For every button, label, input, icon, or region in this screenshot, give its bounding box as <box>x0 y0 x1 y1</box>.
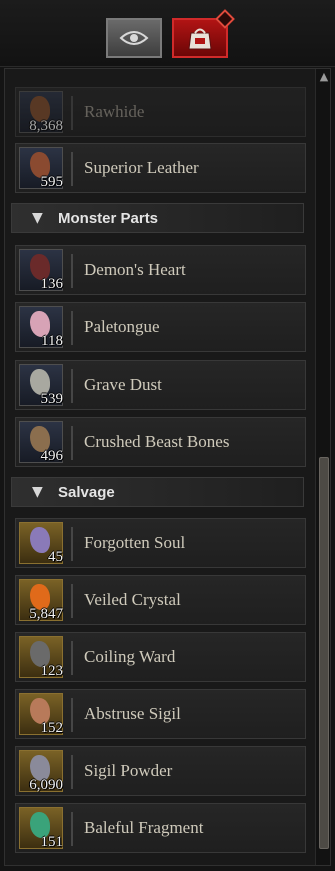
scrollbar-thumb[interactable] <box>319 457 329 849</box>
item-quantity: 45 <box>48 549 63 565</box>
item-quantity: 136 <box>40 276 64 292</box>
item-name: Forgotten Soul <box>84 533 186 552</box>
list-item[interactable]: 595 Superior Leather <box>15 143 306 193</box>
item-name: Veiled Crystal <box>84 590 181 609</box>
list-item[interactable]: 6,090 Sigil Powder <box>15 746 306 796</box>
item-slot: 539 <box>19 364 64 407</box>
item-name: Sigil Powder <box>84 761 173 780</box>
item-slot: 595 <box>19 147 64 190</box>
item-quantity: 6,090 <box>29 777 63 793</box>
top-tab-bar <box>0 0 335 67</box>
item-name: Crushed Beast Bones <box>84 432 230 451</box>
item-quantity: 595 <box>40 174 64 190</box>
item-slot: 8,368 <box>19 91 63 134</box>
item-quantity: 152 <box>40 720 64 736</box>
list-item[interactable]: 118 Paletongue <box>15 302 306 352</box>
item-quantity: 151 <box>40 834 64 850</box>
list-item[interactable]: 151 Baleful Fragment <box>15 803 306 853</box>
materials-bag-icon <box>188 28 212 50</box>
item-slot: 123 <box>19 636 64 679</box>
item-quantity: 496 <box>40 448 64 464</box>
tab-eye[interactable] <box>106 18 162 58</box>
item-slot: 136 <box>19 249 64 292</box>
list-item[interactable]: 123 Coiling Ward <box>15 632 306 682</box>
item-slot: 151 <box>19 807 64 850</box>
list-item[interactable]: 136 Demon's Heart <box>15 245 306 295</box>
category-header-salvage[interactable]: ▼ Salvage <box>11 477 304 507</box>
scroll-up-icon[interactable]: ▲ <box>318 71 330 83</box>
item-quantity: 118 <box>41 333 63 349</box>
list-item[interactable]: 539 Grave Dust <box>15 360 306 410</box>
item-name: Paletongue <box>84 317 160 336</box>
scrollbar[interactable]: ▲ <box>315 69 330 865</box>
materials-list-panel: 8,368 Rawhide 595 Superior Leather ▼ Mon… <box>4 68 331 866</box>
item-name: Superior Leather <box>84 158 199 177</box>
item-name: Grave Dust <box>84 375 162 394</box>
list-item[interactable]: 8,368 Rawhide <box>15 87 306 137</box>
chevron-down-icon: ▼ <box>32 484 43 500</box>
item-quantity: 5,847 <box>29 606 63 622</box>
item-slot: 496 <box>19 421 64 464</box>
item-slot: 118 <box>19 306 63 349</box>
item-name: Baleful Fragment <box>84 818 204 837</box>
item-quantity: 8,368 <box>29 118 63 134</box>
item-quantity: 123 <box>40 663 64 679</box>
notification-diamond-icon <box>215 9 235 29</box>
category-label: Salvage <box>58 484 115 501</box>
item-quantity: 539 <box>40 391 64 407</box>
tab-materials[interactable] <box>172 9 235 58</box>
item-name: Abstruse Sigil <box>84 704 181 723</box>
item-slot: 45 <box>19 522 63 565</box>
eye-icon <box>119 31 149 45</box>
item-slot: 6,090 <box>19 750 63 793</box>
forgotten-soul-icon <box>30 527 50 553</box>
item-name: Rawhide <box>84 102 145 121</box>
category-label: Monster Parts <box>58 210 159 227</box>
category-header-monster-parts[interactable]: ▼ Monster Parts <box>11 203 304 233</box>
item-name: Coiling Ward <box>84 647 176 666</box>
list-item[interactable]: 152 Abstruse Sigil <box>15 689 306 739</box>
item-slot: 5,847 <box>19 579 63 622</box>
list-item[interactable]: 496 Crushed Beast Bones <box>15 417 306 467</box>
item-name: Demon's Heart <box>84 260 186 279</box>
item-slot: 152 <box>19 693 64 736</box>
list-item[interactable]: 45 Forgotten Soul <box>15 518 306 568</box>
list-item[interactable]: 5,847 Veiled Crystal <box>15 575 306 625</box>
chevron-down-icon: ▼ <box>32 210 43 226</box>
